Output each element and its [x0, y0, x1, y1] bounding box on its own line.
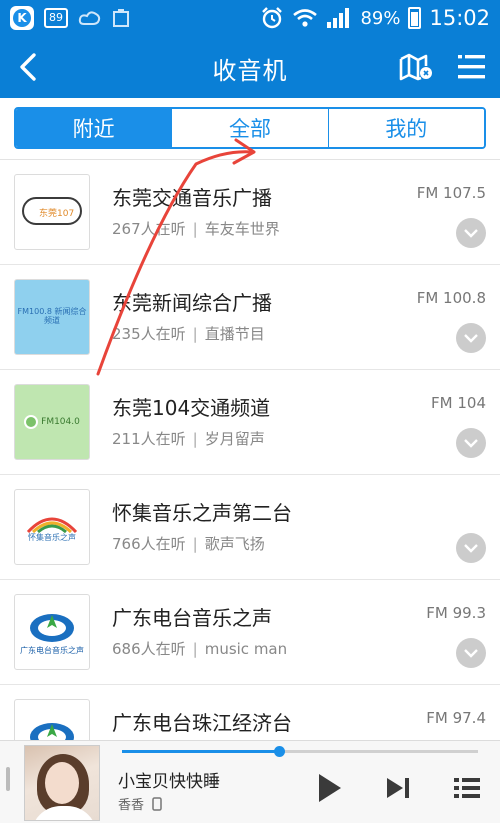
station-name: 东莞104交通频道 [112, 396, 271, 420]
phone-icon [152, 796, 162, 811]
station-meta: 211人在听 | 岁月留声 [112, 430, 265, 448]
program-name: 岁月留声 [204, 430, 265, 448]
segmented-tabs: 附近 全部 我的 [14, 107, 486, 149]
station-frequency: FM 104 [431, 394, 486, 412]
expand-button[interactable] [456, 428, 486, 458]
k-app-icon: K [10, 6, 34, 30]
station-frequency: FM 107.5 [416, 184, 486, 202]
tab-mine[interactable]: 我的 [327, 109, 484, 147]
alarm-icon [262, 7, 283, 29]
title-bar: 收音机 [0, 36, 500, 98]
tab-all[interactable]: 全部 [171, 109, 328, 147]
station-list: 东莞107 东莞交通音乐广播 267人在听 | 车友车世界 FM 107.5 FM1… [0, 160, 500, 740]
song-title: 小宝贝快快睡 [118, 772, 220, 792]
chevron-down-icon [464, 229, 478, 238]
station-meta: 235人在听 | 直播节目 [112, 325, 265, 343]
program-name: 歌声飞扬 [204, 535, 265, 553]
mini-player[interactable]: 小宝贝快快睡 香香 [0, 740, 500, 823]
station-logo: FM100.8 新闻综合频道 [14, 279, 90, 355]
album-cover[interactable] [24, 745, 100, 821]
program-name: 车友车世界 [204, 220, 280, 238]
rainbow-logo-icon [26, 517, 78, 533]
logo-text: FM100.8 新闻综合频道 [17, 307, 87, 325]
progress-bar[interactable] [122, 746, 478, 757]
status-bar: K 89 89% 15:02 [0, 0, 500, 36]
notification-badge: 89 [44, 8, 68, 28]
station-name: 广东电台音乐之声 [112, 606, 272, 630]
artist-row: 香香 [118, 794, 162, 813]
battery-icon [408, 7, 422, 29]
listener-count: 235人在听 [112, 325, 186, 343]
expand-button[interactable] [456, 533, 486, 563]
list-item[interactable]: 广东电台音乐之声 广东电台音乐之声 686人在听 | music man FM 99… [0, 580, 500, 685]
expand-button[interactable] [456, 638, 486, 668]
station-meta: 766人在听 | 歌声飞扬 [112, 535, 265, 553]
station-logo: FM104.0 [14, 384, 90, 460]
station-logo-image: 东莞107 [22, 197, 82, 225]
station-name: 怀集音乐之声第二台 [112, 501, 292, 525]
tab-nearby[interactable]: 附近 [16, 109, 172, 147]
list-item[interactable]: 怀集音乐之声 怀集音乐之声第二台 766人在听 | 歌声飞扬 [0, 475, 500, 580]
next-icon[interactable] [384, 775, 414, 801]
gdrt-logo-icon [30, 613, 74, 642]
listener-count: 686人在听 [112, 640, 186, 658]
clock: 15:02 [429, 6, 490, 30]
list-item[interactable]: FM104.0 东莞104交通频道 211人在听 | 岁月留声 FM 104 [0, 370, 500, 475]
battery-percent: 89% [360, 7, 401, 29]
expand-button[interactable] [456, 218, 486, 248]
listener-count: 267人在听 [112, 220, 186, 238]
gdrt-logo-icon [30, 723, 74, 740]
playlist-icon[interactable] [452, 775, 482, 801]
tab-bar-container: 附近 全部 我的 [0, 98, 500, 160]
station-logo: 东莞107 [14, 174, 90, 250]
station-logo: 怀集音乐之声 [14, 489, 90, 565]
logo-text: 东莞107 [39, 207, 74, 219]
menu-icon[interactable] [456, 53, 486, 81]
station-name: 东莞交通音乐广播 [112, 186, 272, 210]
station-logo [14, 699, 90, 740]
expand-button[interactable] [456, 323, 486, 353]
list-item[interactable]: FM100.8 新闻综合频道 东莞新闻综合广播 235人在听 | 直播节目 FM 1… [0, 265, 500, 370]
list-item[interactable]: 东莞107 东莞交通音乐广播 267人在听 | 车友车世界 FM 107.5 [0, 160, 500, 265]
play-icon[interactable] [314, 771, 344, 805]
chevron-down-icon [464, 649, 478, 658]
station-frequency: FM 99.3 [426, 604, 486, 622]
chevron-down-icon [464, 439, 478, 448]
radio-icon [24, 415, 39, 429]
progress-knob[interactable] [273, 746, 285, 757]
cloud-icon [78, 11, 101, 25]
list-item[interactable]: 广东电台珠江经济台 FM 97.4 [0, 685, 500, 740]
listener-count: 211人在听 [112, 430, 186, 448]
listener-count: 766人在听 [112, 535, 186, 553]
station-meta: 267人在听 | 车友车世界 [112, 220, 280, 238]
progress-fill [122, 750, 279, 753]
wifi-icon [293, 9, 318, 27]
station-meta: 686人在听 | music man [112, 640, 288, 658]
notification-icon [113, 9, 129, 27]
station-frequency: FM 100.8 [416, 289, 486, 307]
station-frequency: FM 97.4 [426, 709, 486, 727]
chevron-down-icon [464, 334, 478, 343]
map-icon[interactable] [398, 52, 434, 82]
program-name: 直播节目 [204, 325, 265, 343]
program-name: music man [204, 640, 288, 658]
drag-handle[interactable] [6, 767, 10, 791]
logo-text: FM104.0 [41, 417, 80, 427]
logo-text: 广东电台音乐之声 [20, 645, 84, 655]
station-name: 东莞新闻综合广播 [112, 291, 272, 315]
chevron-down-icon [464, 544, 478, 553]
artist-name: 香香 [118, 798, 145, 813]
station-logo: 广东电台音乐之声 [14, 594, 90, 670]
logo-text: 怀集音乐之声 [28, 532, 76, 542]
station-name: 广东电台珠江经济台 [112, 711, 292, 735]
signal-icon [327, 8, 350, 28]
